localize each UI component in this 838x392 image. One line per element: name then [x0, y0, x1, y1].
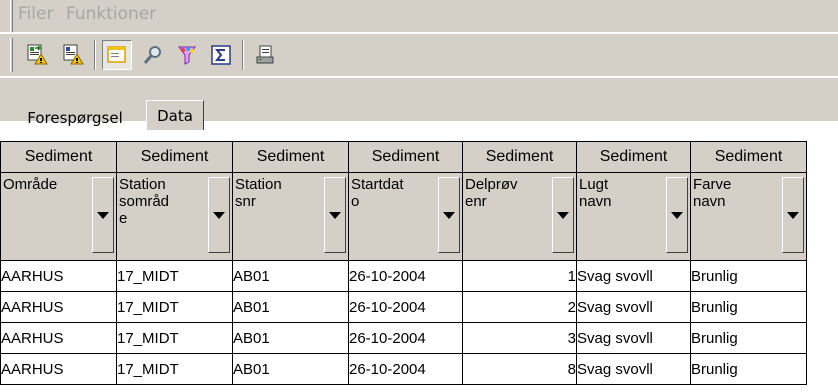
- export-icon: [63, 44, 84, 65]
- table-cell[interactable]: Svag svovll: [576, 291, 691, 323]
- column-label: Farve navn: [693, 176, 732, 210]
- column-dropdown-button[interactable]: [438, 177, 460, 253]
- menu-filer[interactable]: Filer: [18, 4, 53, 24]
- search-button[interactable]: [138, 40, 168, 70]
- table-cell[interactable]: 3: [462, 322, 577, 354]
- table-cell[interactable]: Brunlig: [690, 322, 807, 354]
- table-cell[interactable]: AB01: [232, 291, 349, 323]
- menubar-grip: [10, 0, 13, 32]
- table-cell[interactable]: 17_MIDT: [116, 322, 233, 354]
- column-dropdown-button[interactable]: [324, 177, 346, 253]
- table-cell[interactable]: 26-10-2004: [348, 353, 463, 385]
- table-cell[interactable]: AARHUS: [0, 353, 117, 385]
- table-cell[interactable]: 8: [462, 353, 577, 385]
- print-button[interactable]: [250, 40, 280, 70]
- toolbar-grip: [10, 38, 13, 72]
- table-cell[interactable]: Brunlig: [690, 291, 807, 323]
- column-header-delprovenr: Delprøv enr: [462, 172, 577, 261]
- table-cell[interactable]: 26-10-2004: [348, 260, 463, 292]
- menu-funktioner[interactable]: Funktioner: [66, 4, 156, 24]
- sigma-sum-icon: [211, 45, 231, 65]
- window-view-button[interactable]: [102, 40, 132, 70]
- column-dropdown-button[interactable]: [92, 177, 114, 253]
- chevron-down-icon: [97, 211, 109, 219]
- toolbar-separator: [242, 40, 244, 70]
- table-cell[interactable]: AB01: [232, 353, 349, 385]
- chevron-down-icon: [671, 211, 683, 219]
- import-icon: [27, 44, 48, 65]
- filter-funnel-icon: [178, 46, 196, 65]
- chevron-down-icon: [787, 211, 799, 219]
- group-header: Sediment: [348, 141, 463, 173]
- column-label: Station sområd e: [119, 176, 170, 227]
- table-cell[interactable]: Svag svovll: [576, 322, 691, 354]
- table-cell[interactable]: Svag svovll: [576, 260, 691, 292]
- column-label: Delprøv enr: [465, 176, 518, 210]
- toolbar: [0, 34, 838, 76]
- column-label: Område: [3, 176, 58, 193]
- sum-button[interactable]: [206, 40, 236, 70]
- table-row: AARHUS 17_MIDT AB01 26-10-2004 3 Svag sv…: [0, 322, 807, 354]
- table-cell[interactable]: Brunlig: [690, 353, 807, 385]
- filter-button[interactable]: [172, 40, 202, 70]
- column-label: Startdat o: [351, 176, 404, 210]
- tab-data[interactable]: Data: [146, 100, 204, 130]
- column-header-startdato: Startdat o: [348, 172, 463, 261]
- import-button[interactable]: [22, 40, 52, 70]
- search-icon: [143, 46, 161, 64]
- chevron-down-icon: [329, 211, 341, 219]
- table-cell[interactable]: 17_MIDT: [116, 260, 233, 292]
- table-cell[interactable]: Brunlig: [690, 260, 807, 292]
- column-header-farvenavn: Farve navn: [690, 172, 807, 261]
- tab-foresporgsel[interactable]: Forespørgsel: [2, 105, 148, 131]
- column-header-stationsomrade: Station sområd e: [116, 172, 233, 261]
- column-dropdown-button[interactable]: [552, 177, 574, 253]
- column-label: Lugt navn: [579, 176, 612, 210]
- print-icon: [256, 45, 274, 64]
- table-row: AARHUS 17_MIDT AB01 26-10-2004 1 Svag sv…: [0, 260, 807, 292]
- group-header: Sediment: [576, 141, 691, 173]
- group-header-row: Sediment Sediment Sediment Sediment Sedi…: [0, 141, 807, 173]
- table-cell[interactable]: 1: [462, 260, 577, 292]
- column-header-omrade: Område: [0, 172, 117, 261]
- table-cell[interactable]: AARHUS: [0, 260, 117, 292]
- table-cell[interactable]: 26-10-2004: [348, 291, 463, 323]
- data-grid: Sediment Sediment Sediment Sediment Sedi…: [0, 141, 807, 385]
- column-label: Station snr: [235, 176, 282, 210]
- table-cell[interactable]: AB01: [232, 322, 349, 354]
- chevron-down-icon: [557, 211, 569, 219]
- table-row: AARHUS 17_MIDT AB01 26-10-2004 2 Svag sv…: [0, 291, 807, 323]
- menu-bar: Filer Funktioner: [0, 0, 838, 32]
- group-header: Sediment: [232, 141, 349, 173]
- chevron-down-icon: [443, 211, 455, 219]
- table-cell[interactable]: 17_MIDT: [116, 353, 233, 385]
- table-cell[interactable]: AARHUS: [0, 291, 117, 323]
- table-cell[interactable]: Svag svovll: [576, 353, 691, 385]
- chevron-down-icon: [213, 211, 225, 219]
- filter-header-row: Område Station sområd e Station snr Star…: [0, 172, 807, 261]
- column-dropdown-button[interactable]: [666, 177, 688, 253]
- column-dropdown-button[interactable]: [782, 177, 804, 253]
- table-cell[interactable]: AB01: [232, 260, 349, 292]
- column-header-lugtnavn: Lugt navn: [576, 172, 691, 261]
- column-header-stationsnr: Station snr: [232, 172, 349, 261]
- column-dropdown-button[interactable]: [208, 177, 230, 253]
- toolbar-separator: [94, 40, 96, 70]
- group-header: Sediment: [690, 141, 807, 173]
- window-view-icon: [107, 46, 126, 63]
- table-cell[interactable]: 17_MIDT: [116, 291, 233, 323]
- group-header: Sediment: [0, 141, 117, 173]
- group-header: Sediment: [462, 141, 577, 173]
- table-cell[interactable]: AARHUS: [0, 322, 117, 354]
- table-cell[interactable]: 26-10-2004: [348, 322, 463, 354]
- table-cell[interactable]: 2: [462, 291, 577, 323]
- table-row: AARHUS 17_MIDT AB01 26-10-2004 8 Svag sv…: [0, 353, 807, 385]
- group-header: Sediment: [116, 141, 233, 173]
- export-button[interactable]: [58, 40, 88, 70]
